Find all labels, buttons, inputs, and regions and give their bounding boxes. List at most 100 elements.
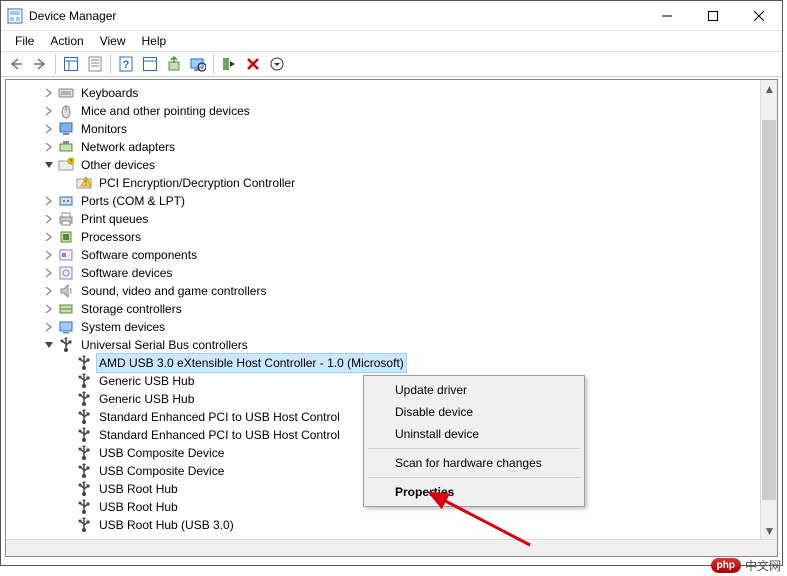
tree-row[interactable]: !PCI Encryption/Decryption Controller xyxy=(10,174,777,192)
no-arrow xyxy=(60,410,74,424)
tree-row[interactable]: Storage controllers xyxy=(10,300,777,318)
uninstall-button[interactable] xyxy=(242,53,264,75)
context-menu-item[interactable]: Disable device xyxy=(367,401,581,423)
scroll-down-icon[interactable]: ▼ xyxy=(761,522,778,539)
tree-item-label[interactable]: PCI Encryption/Decryption Controller xyxy=(96,173,298,193)
tree-row[interactable]: Ports (COM & LPT) xyxy=(10,192,777,210)
chevron-right-icon[interactable] xyxy=(42,266,56,280)
scroll-up-icon[interactable]: ▲ xyxy=(761,80,778,97)
tree-item-label[interactable]: USB Root Hub xyxy=(96,497,181,517)
chevron-right-icon[interactable] xyxy=(42,248,56,262)
tree-item-label[interactable]: Storage controllers xyxy=(78,299,185,319)
tree-item-label[interactable]: Network adapters xyxy=(78,137,178,157)
chevron-right-icon[interactable] xyxy=(42,302,56,316)
menubar: File Action View Help xyxy=(1,31,782,51)
tree-item-label[interactable]: Keyboards xyxy=(78,83,141,103)
chevron-right-icon[interactable] xyxy=(42,104,56,118)
scroll-thumb[interactable] xyxy=(762,120,776,500)
forward-button[interactable] xyxy=(29,53,51,75)
menu-view[interactable]: View xyxy=(92,32,134,50)
tree-item-label[interactable]: Standard Enhanced PCI to USB Host Contro… xyxy=(96,425,343,445)
tree-row[interactable]: Monitors xyxy=(10,120,777,138)
tree-item-label[interactable]: AMD USB 3.0 eXtensible Host Controller -… xyxy=(96,353,407,373)
usb-icon xyxy=(76,391,92,407)
menu-help[interactable]: Help xyxy=(134,32,175,50)
tree-row[interactable]: Sound, video and game controllers xyxy=(10,282,777,300)
context-menu-item[interactable]: Scan for hardware changes xyxy=(367,452,581,474)
tree-row[interactable]: Processors xyxy=(10,228,777,246)
minimize-button[interactable] xyxy=(644,1,690,31)
tree-item-label[interactable]: Mice and other pointing devices xyxy=(78,101,253,121)
tree-item-label[interactable]: Generic USB Hub xyxy=(96,389,197,409)
audio-icon xyxy=(58,283,74,299)
chevron-right-icon[interactable] xyxy=(42,212,56,226)
maximize-button[interactable] xyxy=(690,1,736,31)
tree-item-label[interactable]: Universal Serial Bus controllers xyxy=(78,335,251,355)
tree-row[interactable]: Network adapters xyxy=(10,138,777,156)
context-menu-separator xyxy=(368,477,580,478)
tree-item-label[interactable]: Software components xyxy=(78,245,200,265)
context-menu-item[interactable]: Properties xyxy=(367,481,581,503)
tree-item-label[interactable]: USB Root Hub xyxy=(96,479,181,499)
tree-item-label[interactable]: Standard Enhanced PCI to USB Host Contro… xyxy=(96,407,343,427)
tree-item-label[interactable]: USB Composite Device xyxy=(96,461,227,481)
tree-item-label[interactable]: System devices xyxy=(78,317,168,337)
usb-icon xyxy=(76,373,92,389)
chevron-right-icon[interactable] xyxy=(42,86,56,100)
show-hide-tree-button[interactable] xyxy=(60,53,82,75)
app-icon xyxy=(7,8,23,24)
keyboard-icon xyxy=(58,85,74,101)
back-button[interactable] xyxy=(5,53,27,75)
tree-item-label[interactable]: USB Root Hub (USB 3.0) xyxy=(96,515,237,535)
close-button[interactable] xyxy=(736,1,782,31)
chevron-right-icon[interactable] xyxy=(42,122,56,136)
tree-row[interactable]: USB Root Hub (USB 3.0) xyxy=(10,516,777,534)
no-arrow xyxy=(60,356,74,370)
tree-row[interactable]: Software devices xyxy=(10,264,777,282)
chevron-right-icon[interactable] xyxy=(42,140,56,154)
tree-row[interactable]: Universal Serial Bus controllers xyxy=(10,336,777,354)
tree-row[interactable]: AMD USB 3.0 eXtensible Host Controller -… xyxy=(10,354,777,372)
update-driver-button[interactable] xyxy=(163,53,185,75)
tree-row[interactable]: Software components xyxy=(10,246,777,264)
properties-button[interactable] xyxy=(84,53,106,75)
tree-item-label[interactable]: Software devices xyxy=(78,263,175,283)
tree-item-label[interactable]: Other devices xyxy=(78,155,158,175)
dropdown-button[interactable] xyxy=(266,53,288,75)
netadapter-icon xyxy=(58,139,74,155)
chevron-right-icon[interactable] xyxy=(42,320,56,334)
tree-item-label[interactable]: Generic USB Hub xyxy=(96,371,197,391)
scan-hardware-button[interactable] xyxy=(187,53,209,75)
context-menu-item[interactable]: Uninstall device xyxy=(367,423,581,445)
chevron-down-icon[interactable] xyxy=(42,338,56,352)
tree-item-label[interactable]: Processors xyxy=(78,227,144,247)
chevron-right-icon[interactable] xyxy=(42,230,56,244)
tree-item-label[interactable]: Sound, video and game controllers xyxy=(78,281,269,301)
tree-item-label[interactable]: USB Composite Device xyxy=(96,443,227,463)
help-button[interactable]: ? xyxy=(115,53,137,75)
tree-item-label[interactable]: Monitors xyxy=(78,119,130,139)
menu-action[interactable]: Action xyxy=(42,32,91,50)
menu-file[interactable]: File xyxy=(7,32,42,50)
vertical-scrollbar[interactable]: ▲ ▼ xyxy=(760,80,777,539)
storage-icon xyxy=(58,301,74,317)
horizontal-scrollbar[interactable] xyxy=(6,539,777,556)
tree-row[interactable]: Print queues xyxy=(10,210,777,228)
chevron-down-icon[interactable] xyxy=(42,158,56,172)
action-button[interactable] xyxy=(139,53,161,75)
tree-item-label[interactable]: Ports (COM & LPT) xyxy=(78,191,188,211)
tree-item-label[interactable]: Print queues xyxy=(78,209,151,229)
tree-row[interactable]: Keyboards xyxy=(10,84,777,102)
tree-row[interactable]: Mice and other pointing devices xyxy=(10,102,777,120)
tree-row[interactable]: System devices xyxy=(10,318,777,336)
context-menu-item[interactable]: Update driver xyxy=(367,379,581,401)
chevron-right-icon[interactable] xyxy=(42,194,56,208)
tree-row[interactable]: ?Other devices xyxy=(10,156,777,174)
svg-text:?: ? xyxy=(123,59,130,71)
other-icon: ? xyxy=(58,157,74,173)
enable-button[interactable] xyxy=(218,53,240,75)
no-arrow xyxy=(60,176,74,190)
usb-icon xyxy=(76,481,92,497)
monitor-icon xyxy=(58,121,74,137)
chevron-right-icon[interactable] xyxy=(42,284,56,298)
